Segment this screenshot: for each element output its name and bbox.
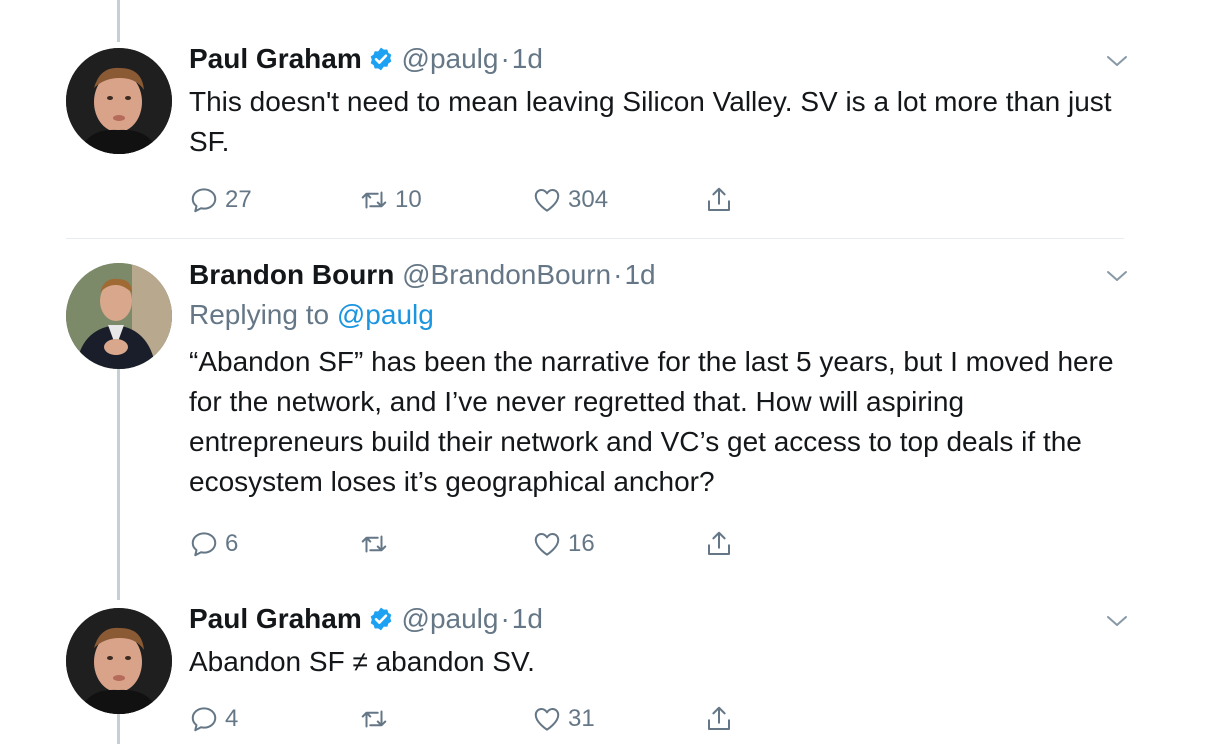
tweet[interactable]: Paul Graham @paulg·1d Abandon SF ≠ aband…	[0, 600, 1228, 744]
author-handle[interactable]: @BrandonBourn	[402, 259, 611, 290]
avatar[interactable]	[66, 263, 172, 369]
like-button[interactable]: 304	[532, 182, 608, 218]
timestamp[interactable]: 1d	[512, 43, 543, 74]
retweet-button[interactable]: 10	[359, 182, 422, 218]
separator-dot: ·	[500, 603, 510, 634]
heart-icon	[534, 533, 560, 556]
reply-icon	[191, 532, 217, 557]
share-icon	[708, 187, 730, 211]
share-button[interactable]	[704, 701, 740, 737]
retweet-count: 10	[395, 186, 422, 213]
tweet[interactable]: Paul Graham @paulg·1d This doesn't need …	[0, 0, 1228, 238]
avatar-photo-icon	[66, 263, 172, 369]
share-button[interactable]	[704, 182, 740, 218]
chevron-down-icon[interactable]	[1106, 614, 1128, 628]
separator-dot: ·	[500, 43, 510, 74]
like-count: 16	[568, 530, 595, 557]
tweet-text: Abandon SF ≠ abandon SV.	[189, 646, 535, 677]
avatar[interactable]	[66, 608, 172, 714]
replying-to-label: Replying to	[189, 299, 330, 330]
replying-to: Replying to @paulg	[189, 298, 1118, 332]
chevron-down-icon[interactable]	[1106, 269, 1128, 283]
timestamp[interactable]: 1d	[512, 603, 543, 634]
tweet-header: Paul Graham @paulg·1d	[189, 42, 1118, 76]
like-button[interactable]: 31	[532, 701, 595, 737]
verified-badge-icon	[370, 47, 392, 71]
reply-icon	[191, 188, 217, 213]
tweet-header: Paul Graham @paulg·1d	[189, 602, 1118, 636]
tweet-header: Brandon Bourn @BrandonBourn·1d	[189, 258, 1118, 292]
share-button[interactable]	[704, 526, 740, 562]
retweet-button[interactable]	[359, 701, 395, 737]
reply-button[interactable]: 4	[189, 701, 238, 737]
tweet-text: This doesn't need to mean leaving Silico…	[189, 86, 1112, 157]
avatar-photo-icon	[66, 608, 172, 714]
retweet-icon	[361, 191, 387, 209]
author-name[interactable]: Brandon Bourn	[189, 259, 394, 290]
reply-button[interactable]: 6	[189, 526, 238, 562]
like-count: 31	[568, 705, 595, 732]
like-count: 304	[568, 186, 609, 213]
reply-button[interactable]: 27	[189, 182, 252, 218]
verified-badge-icon	[370, 607, 392, 631]
retweet-button[interactable]	[359, 526, 395, 562]
avatar[interactable]	[66, 48, 172, 154]
like-button[interactable]: 16	[532, 526, 595, 562]
retweet-icon	[361, 535, 387, 553]
tweet-text: “Abandon SF” has been the narrative for …	[189, 346, 1114, 497]
chevron-down-icon[interactable]	[1106, 54, 1128, 68]
reply-icon	[191, 707, 217, 732]
reply-count: 6	[225, 530, 239, 557]
author-name[interactable]: Paul Graham	[189, 43, 362, 74]
author-handle[interactable]: @paulg	[402, 603, 499, 634]
tweet[interactable]: Brandon Bourn @BrandonBourn·1d Replying …	[0, 239, 1228, 595]
author-name[interactable]: Paul Graham	[189, 603, 362, 634]
timestamp[interactable]: 1d	[624, 259, 655, 290]
reply-count: 4	[225, 705, 239, 732]
share-icon	[708, 706, 730, 730]
reply-count: 27	[225, 186, 252, 213]
heart-icon	[534, 708, 560, 731]
author-handle[interactable]: @paulg	[402, 43, 499, 74]
share-icon	[708, 531, 730, 555]
heart-icon	[534, 189, 560, 212]
replying-to-mention[interactable]: @paulg	[337, 299, 434, 330]
retweet-icon	[361, 710, 387, 728]
separator-dot: ·	[613, 259, 623, 290]
avatar-photo-icon	[66, 48, 172, 154]
